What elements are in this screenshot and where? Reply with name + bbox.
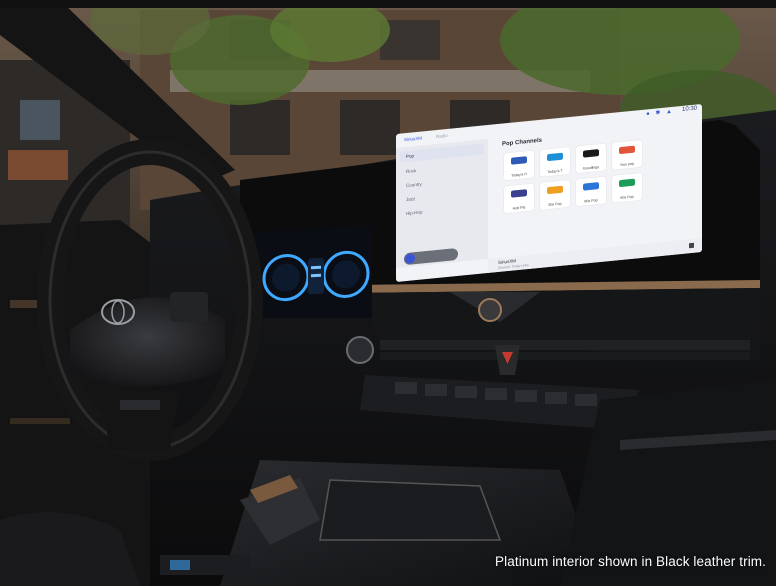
- climate-button[interactable]: [515, 390, 537, 402]
- stop-icon[interactable]: [689, 242, 694, 249]
- status-icons: ● ✱ ▲: [646, 108, 674, 118]
- wheel-control-buttons[interactable]: [170, 292, 208, 322]
- volume-knob[interactable]: [478, 298, 502, 322]
- building-window: [340, 100, 400, 155]
- clock: 10:30: [681, 105, 697, 113]
- car-interior-illustration: [0, 0, 776, 586]
- section-title: Pop Channels: [502, 137, 543, 148]
- info-bar: [311, 273, 321, 278]
- sidebar-item-hiphop[interactable]: Hip-Hop: [406, 209, 423, 216]
- building-window: [20, 100, 60, 140]
- channel-label: Goodlings: [582, 165, 600, 171]
- channel-tile[interactable]: Today's T: [540, 146, 570, 177]
- climate-button[interactable]: [425, 384, 447, 396]
- channel-label: Your pop: [619, 161, 635, 168]
- channel-tile[interactable]: 90s Pop: [540, 179, 570, 210]
- drive-mode-indicator: [170, 560, 190, 570]
- source-sidebar: SiriusXM Radio Pop Rock Country Jazz Hip…: [396, 133, 488, 268]
- channel-logo-icon: [511, 189, 527, 198]
- info-bar: [311, 265, 321, 270]
- roof-edge: [0, 0, 776, 8]
- channel-logo-icon: [547, 185, 563, 195]
- channel-tile[interactable]: 80s Pop: [576, 176, 606, 207]
- air-vent: [380, 340, 750, 350]
- channel-label: Today's H: [511, 172, 527, 178]
- channel-label: 60s Pop: [620, 194, 634, 200]
- climate-button[interactable]: [545, 392, 567, 404]
- play-icon: [405, 253, 415, 265]
- channel-logo-icon: [583, 149, 599, 158]
- sidebar-item-pop[interactable]: Pop: [400, 143, 484, 163]
- wheel-spoke-trim: [120, 400, 160, 410]
- interior-photo: ● ✱ ▲ 10:30 SiriusXM Radio Pop Rock Coun…: [0, 0, 776, 586]
- air-vent: [380, 352, 750, 360]
- start-button[interactable]: [346, 336, 374, 364]
- channel-label: 90s Pop: [548, 201, 562, 208]
- channel-label: 80s Pop: [584, 198, 598, 204]
- channel-tile[interactable]: Goodlings: [576, 143, 606, 174]
- channel-logo-icon: [511, 156, 527, 165]
- door-trim: [10, 418, 70, 424]
- climate-button[interactable]: [575, 394, 597, 406]
- channel-tile[interactable]: Your pop: [612, 139, 642, 170]
- channel-logo-icon: [619, 145, 635, 155]
- lower-wheel-spoke: [100, 390, 180, 450]
- channel-tile[interactable]: Hott Pla: [504, 183, 534, 214]
- climate-button[interactable]: [485, 388, 507, 400]
- sidebar-item-country[interactable]: Country: [406, 181, 422, 188]
- climate-button[interactable]: [455, 386, 477, 398]
- photo-caption: Platinum interior shown in Black leather…: [495, 554, 766, 569]
- building-window: [230, 100, 290, 155]
- channel-label: Hott Pla: [512, 205, 526, 211]
- channel-tile[interactable]: 60s Pop: [612, 172, 642, 203]
- left-gauge-face: [272, 263, 300, 292]
- channel-label: Today's T: [547, 168, 563, 175]
- channel-logo-icon: [619, 178, 635, 188]
- tree-foliage: [270, 0, 390, 62]
- channel-logo-icon: [547, 152, 563, 162]
- storage-tray: [319, 479, 502, 541]
- sidebar-item-jazz[interactable]: Jazz: [406, 196, 415, 202]
- play-button[interactable]: [404, 247, 458, 266]
- infotainment-screen[interactable]: ● ✱ ▲ 10:30 SiriusXM Radio Pop Rock Coun…: [396, 103, 702, 283]
- sidebar-item-rock[interactable]: Rock: [406, 168, 416, 174]
- red-awning: [8, 150, 68, 180]
- digital-gauges: [262, 250, 370, 302]
- channel-logo-icon: [583, 182, 599, 191]
- climate-button[interactable]: [395, 382, 417, 394]
- right-gauge-face: [332, 260, 360, 289]
- channel-tile[interactable]: Today's H: [504, 150, 534, 181]
